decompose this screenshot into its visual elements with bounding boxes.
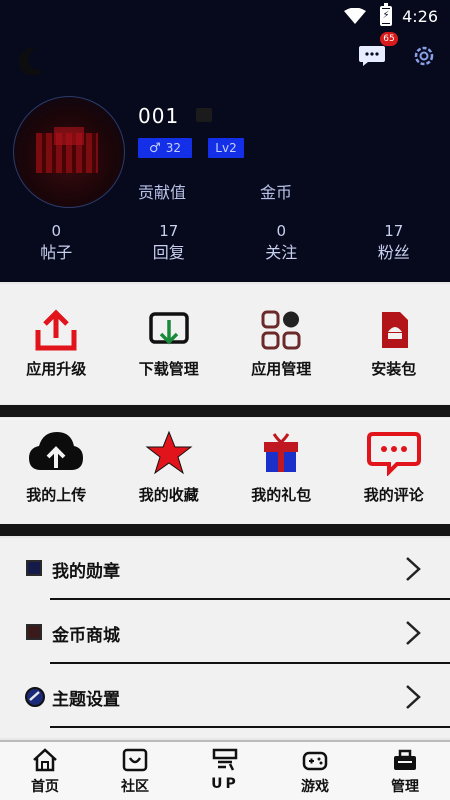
download-manager-label: 下载管理 <box>138 360 199 378</box>
star-icon <box>145 430 193 475</box>
my-favorites-button[interactable]: 我的收藏 <box>113 418 226 524</box>
stat-following[interactable]: 0 关注 <box>225 220 338 264</box>
stats-row: 0 帖子 17 回复 0 关注 17 粉丝 <box>0 220 450 264</box>
app-manager-label: 应用管理 <box>251 360 312 378</box>
message-icon[interactable] <box>358 44 386 68</box>
nav-label: 游戏 <box>301 779 329 795</box>
app-tools-grid: 应用升级 下载管理 应用管理 安装包 <box>0 284 450 404</box>
nav-home[interactable]: 首页 <box>0 742 90 800</box>
profile-header: 65 001 ♂ 32 Lv2 贡献值 金币 0 帖子 17 回复 0 关注 1… <box>0 32 450 282</box>
stat-value: 17 <box>159 222 179 240</box>
stat-fans[interactable]: 17 粉丝 <box>338 220 450 264</box>
nav-label: UP <box>211 776 239 792</box>
nav-games[interactable]: 游戏 <box>270 742 360 800</box>
apk-button[interactable]: 安装包 <box>338 284 450 404</box>
settings-list: 我的勋章 金币商城 主题设置 <box>0 538 450 738</box>
stat-label: 帖子 <box>40 243 73 262</box>
chevron-right-icon <box>406 557 421 581</box>
user-tag-icon <box>196 108 212 122</box>
shop-icon <box>26 624 42 640</box>
my-comments-label: 我的评论 <box>363 486 424 504</box>
level-badge: Lv2 <box>208 138 244 158</box>
my-favorites-label: 我的收藏 <box>138 486 199 504</box>
nav-label: 首页 <box>31 779 59 795</box>
up-icon <box>212 748 238 771</box>
my-gifts-label: 我的礼包 <box>251 486 312 504</box>
comment-icon <box>366 432 421 476</box>
stat-label: 粉丝 <box>377 243 410 262</box>
divider <box>50 662 450 664</box>
nav-label: 管理 <box>391 779 419 795</box>
upload-icon <box>35 309 77 351</box>
app-manager-button[interactable]: 应用管理 <box>225 284 338 404</box>
stat-value: 0 <box>276 222 287 240</box>
my-gifts-button[interactable]: 我的礼包 <box>225 418 338 524</box>
gear-icon[interactable] <box>412 44 436 68</box>
list-item-label: 金币商城 <box>52 626 120 646</box>
message-badge: 65 <box>380 32 398 46</box>
avatar[interactable] <box>13 96 125 208</box>
bottom-navigation: 首页 社区 UP 游戏 管理 <box>0 740 450 800</box>
my-uploads-button[interactable]: 我的上传 <box>0 418 113 524</box>
download-icon <box>149 312 189 345</box>
my-uploads-label: 我的上传 <box>26 486 87 504</box>
nav-up[interactable]: UP <box>180 742 270 800</box>
app-upgrade-button[interactable]: 应用升级 <box>0 284 113 404</box>
nav-manage[interactable]: 管理 <box>360 742 450 800</box>
divider-band <box>0 405 450 417</box>
stat-value: 17 <box>384 222 404 240</box>
stat-value: 0 <box>51 222 62 240</box>
gamepad-icon <box>302 751 328 771</box>
divider-band <box>0 524 450 536</box>
gold-label: 金币 <box>260 183 293 202</box>
my-comments-button[interactable]: 我的评论 <box>338 418 450 524</box>
username: 001 <box>138 104 180 128</box>
male-icon: ♂ <box>149 140 161 156</box>
list-item-medals[interactable]: 我的勋章 <box>0 538 450 602</box>
list-item-theme[interactable]: 主题设置 <box>0 666 450 730</box>
list-item-label: 主题设置 <box>52 690 120 710</box>
status-bar: ⚡ 4:26 <box>0 0 450 32</box>
chevron-right-icon <box>406 621 421 645</box>
community-icon <box>122 748 148 772</box>
night-mode-icon[interactable] <box>14 44 48 78</box>
medal-icon <box>26 560 42 576</box>
apk-icon <box>381 312 408 348</box>
status-time: 4:26 <box>402 6 438 26</box>
wifi-icon <box>344 8 367 24</box>
chevron-right-icon <box>406 685 421 709</box>
apps-icon <box>261 310 301 350</box>
gift-icon <box>264 433 299 472</box>
home-icon <box>33 748 57 772</box>
app-upgrade-label: 应用升级 <box>26 360 87 378</box>
cloud-upload-icon <box>29 432 84 470</box>
list-item-label: 我的勋章 <box>52 562 120 582</box>
gender-value: 32 <box>165 141 181 155</box>
stat-label: 关注 <box>265 243 298 262</box>
stat-posts[interactable]: 0 帖子 <box>0 220 113 264</box>
apk-label: 安装包 <box>371 360 417 378</box>
contribution-label: 贡献值 <box>138 183 187 202</box>
theme-icon <box>25 687 45 707</box>
divider <box>50 598 450 600</box>
stat-replies[interactable]: 17 回复 <box>113 220 226 264</box>
stat-label: 回复 <box>152 243 185 262</box>
nav-label: 社区 <box>121 779 149 795</box>
gender-badge: ♂ 32 <box>138 138 192 158</box>
download-manager-button[interactable]: 下载管理 <box>113 284 226 404</box>
manage-icon <box>394 749 416 770</box>
my-content-grid: 我的上传 我的收藏 我的礼包 我的评论 <box>0 418 450 524</box>
nav-community[interactable]: 社区 <box>90 742 180 800</box>
list-item-gold-shop[interactable]: 金币商城 <box>0 602 450 666</box>
divider <box>50 726 450 728</box>
battery-icon: ⚡ <box>380 3 393 26</box>
